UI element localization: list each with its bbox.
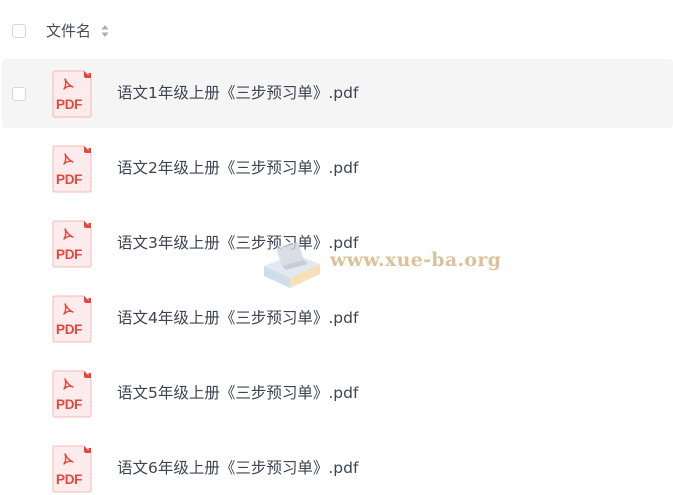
pdf-file-icon: PDF [52,445,92,493]
pdf-badge-label: PDF [56,172,82,187]
file-list-header: 文件名 [0,0,673,58]
file-row[interactable]: PDF 语文4年级上册《三步预习单》.pdf [2,284,673,353]
pdf-badge-label: PDF [56,97,82,112]
file-row[interactable]: PDF 语文6年级上册《三步预习单》.pdf [2,434,673,495]
pdf-badge-label: PDF [56,322,82,337]
file-name[interactable]: 语文5年级上册《三步预习单》.pdf [117,383,358,403]
pdf-badge-label: PDF [56,247,82,262]
file-row[interactable]: PDF 语文2年级上册《三步预习单》.pdf [2,134,673,203]
pdf-file-icon: PDF [52,295,92,343]
file-row[interactable]: PDF 语文5年级上册《三步预习单》.pdf [2,359,673,428]
pdf-file-icon: PDF [52,145,92,193]
file-name[interactable]: 语文4年级上册《三步预习单》.pdf [117,308,358,328]
select-all-checkbox[interactable] [12,24,26,38]
file-name[interactable]: 语文3年级上册《三步预习单》.pdf [117,233,358,253]
file-list-page: 文件名 PDF 语文1年级上册《三步预习单》.pdf PDF 语文2年级上册《三… [0,0,673,495]
file-checkbox[interactable] [12,87,26,101]
pdf-badge-label: PDF [56,397,82,412]
pdf-file-icon: PDF [52,70,92,118]
column-header-filename[interactable]: 文件名 [46,21,91,41]
pdf-file-icon: PDF [52,220,92,268]
file-name[interactable]: 语文2年级上册《三步预习单》.pdf [117,158,358,178]
file-row[interactable]: PDF 语文1年级上册《三步预习单》.pdf [2,59,673,128]
sort-icon[interactable] [101,24,109,38]
file-name[interactable]: 语文1年级上册《三步预习单》.pdf [117,83,358,103]
pdf-badge-label: PDF [56,472,82,487]
file-row[interactable]: PDF 语文3年级上册《三步预习单》.pdf [2,209,673,278]
file-name[interactable]: 语文6年级上册《三步预习单》.pdf [117,458,358,478]
pdf-file-icon: PDF [52,370,92,418]
